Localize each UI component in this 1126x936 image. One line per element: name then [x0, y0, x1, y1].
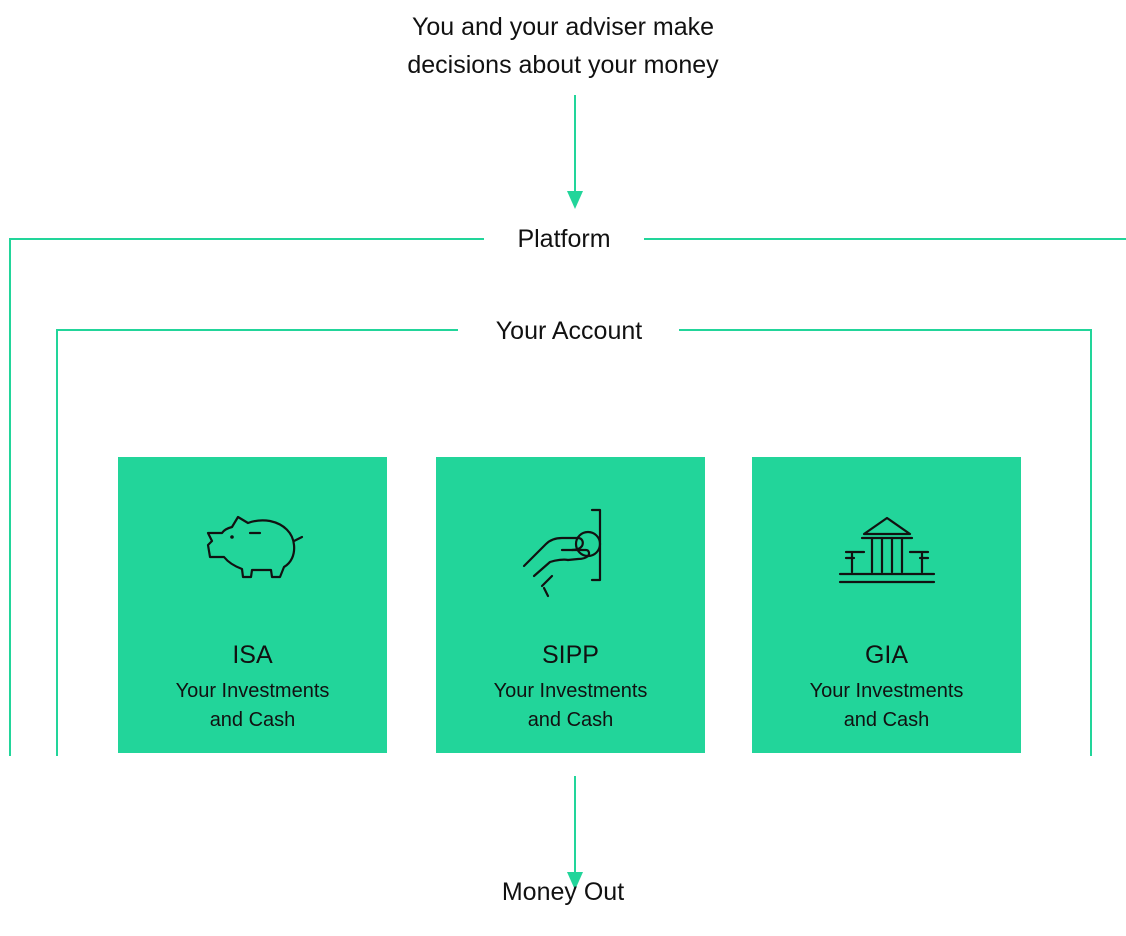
sipp-card-sub-line-1: Your Investments [493, 680, 648, 702]
gia-card-subtitle: Your Investments and Cash [752, 677, 1021, 735]
gia-card-sub-line-2: and Cash [843, 709, 930, 731]
platform-frame-top-left [9, 238, 484, 240]
account-frame-top-right [679, 329, 1092, 331]
account-frame-left [56, 329, 58, 756]
account-frame-right [1090, 329, 1092, 756]
top-text-line-2: decisions about your money [407, 51, 719, 79]
sipp-card: SIPP Your Investments and Cash [436, 457, 705, 753]
gia-card: GIA Your Investments and Cash [752, 457, 1021, 753]
platform-frame-left [9, 238, 11, 756]
top-text-line-1: You and your adviser make [411, 13, 715, 41]
account-frame-top-left [56, 329, 458, 331]
bottom-arrow-shaft [574, 776, 576, 874]
bank-building-icon [752, 497, 1021, 607]
sipp-card-title: SIPP [542, 641, 599, 669]
money-out-label: Money Out [501, 878, 625, 906]
isa-card-subtitle: Your Investments and Cash [118, 677, 387, 735]
platform-label: Platform [494, 224, 634, 254]
account-label: Your Account [463, 316, 675, 346]
gia-card-title: GIA [864, 641, 909, 669]
hand-coin-icon [436, 497, 705, 607]
isa-card: ISA Your Investments and Cash [118, 457, 387, 753]
top-decision-text: You and your adviser make decisions abou… [263, 8, 863, 84]
sipp-card-sub-line-2: and Cash [527, 709, 614, 731]
piggy-bank-icon [118, 497, 387, 607]
isa-card-title: ISA [232, 641, 273, 669]
isa-card-sub-line-2: and Cash [209, 709, 296, 731]
platform-frame-top-right [644, 238, 1126, 240]
top-arrow-head [567, 191, 583, 209]
top-arrow-shaft [574, 95, 576, 193]
sipp-card-subtitle: Your Investments and Cash [436, 677, 705, 735]
isa-card-sub-line-1: Your Investments [175, 680, 330, 702]
gia-card-sub-line-1: Your Investments [809, 680, 964, 702]
